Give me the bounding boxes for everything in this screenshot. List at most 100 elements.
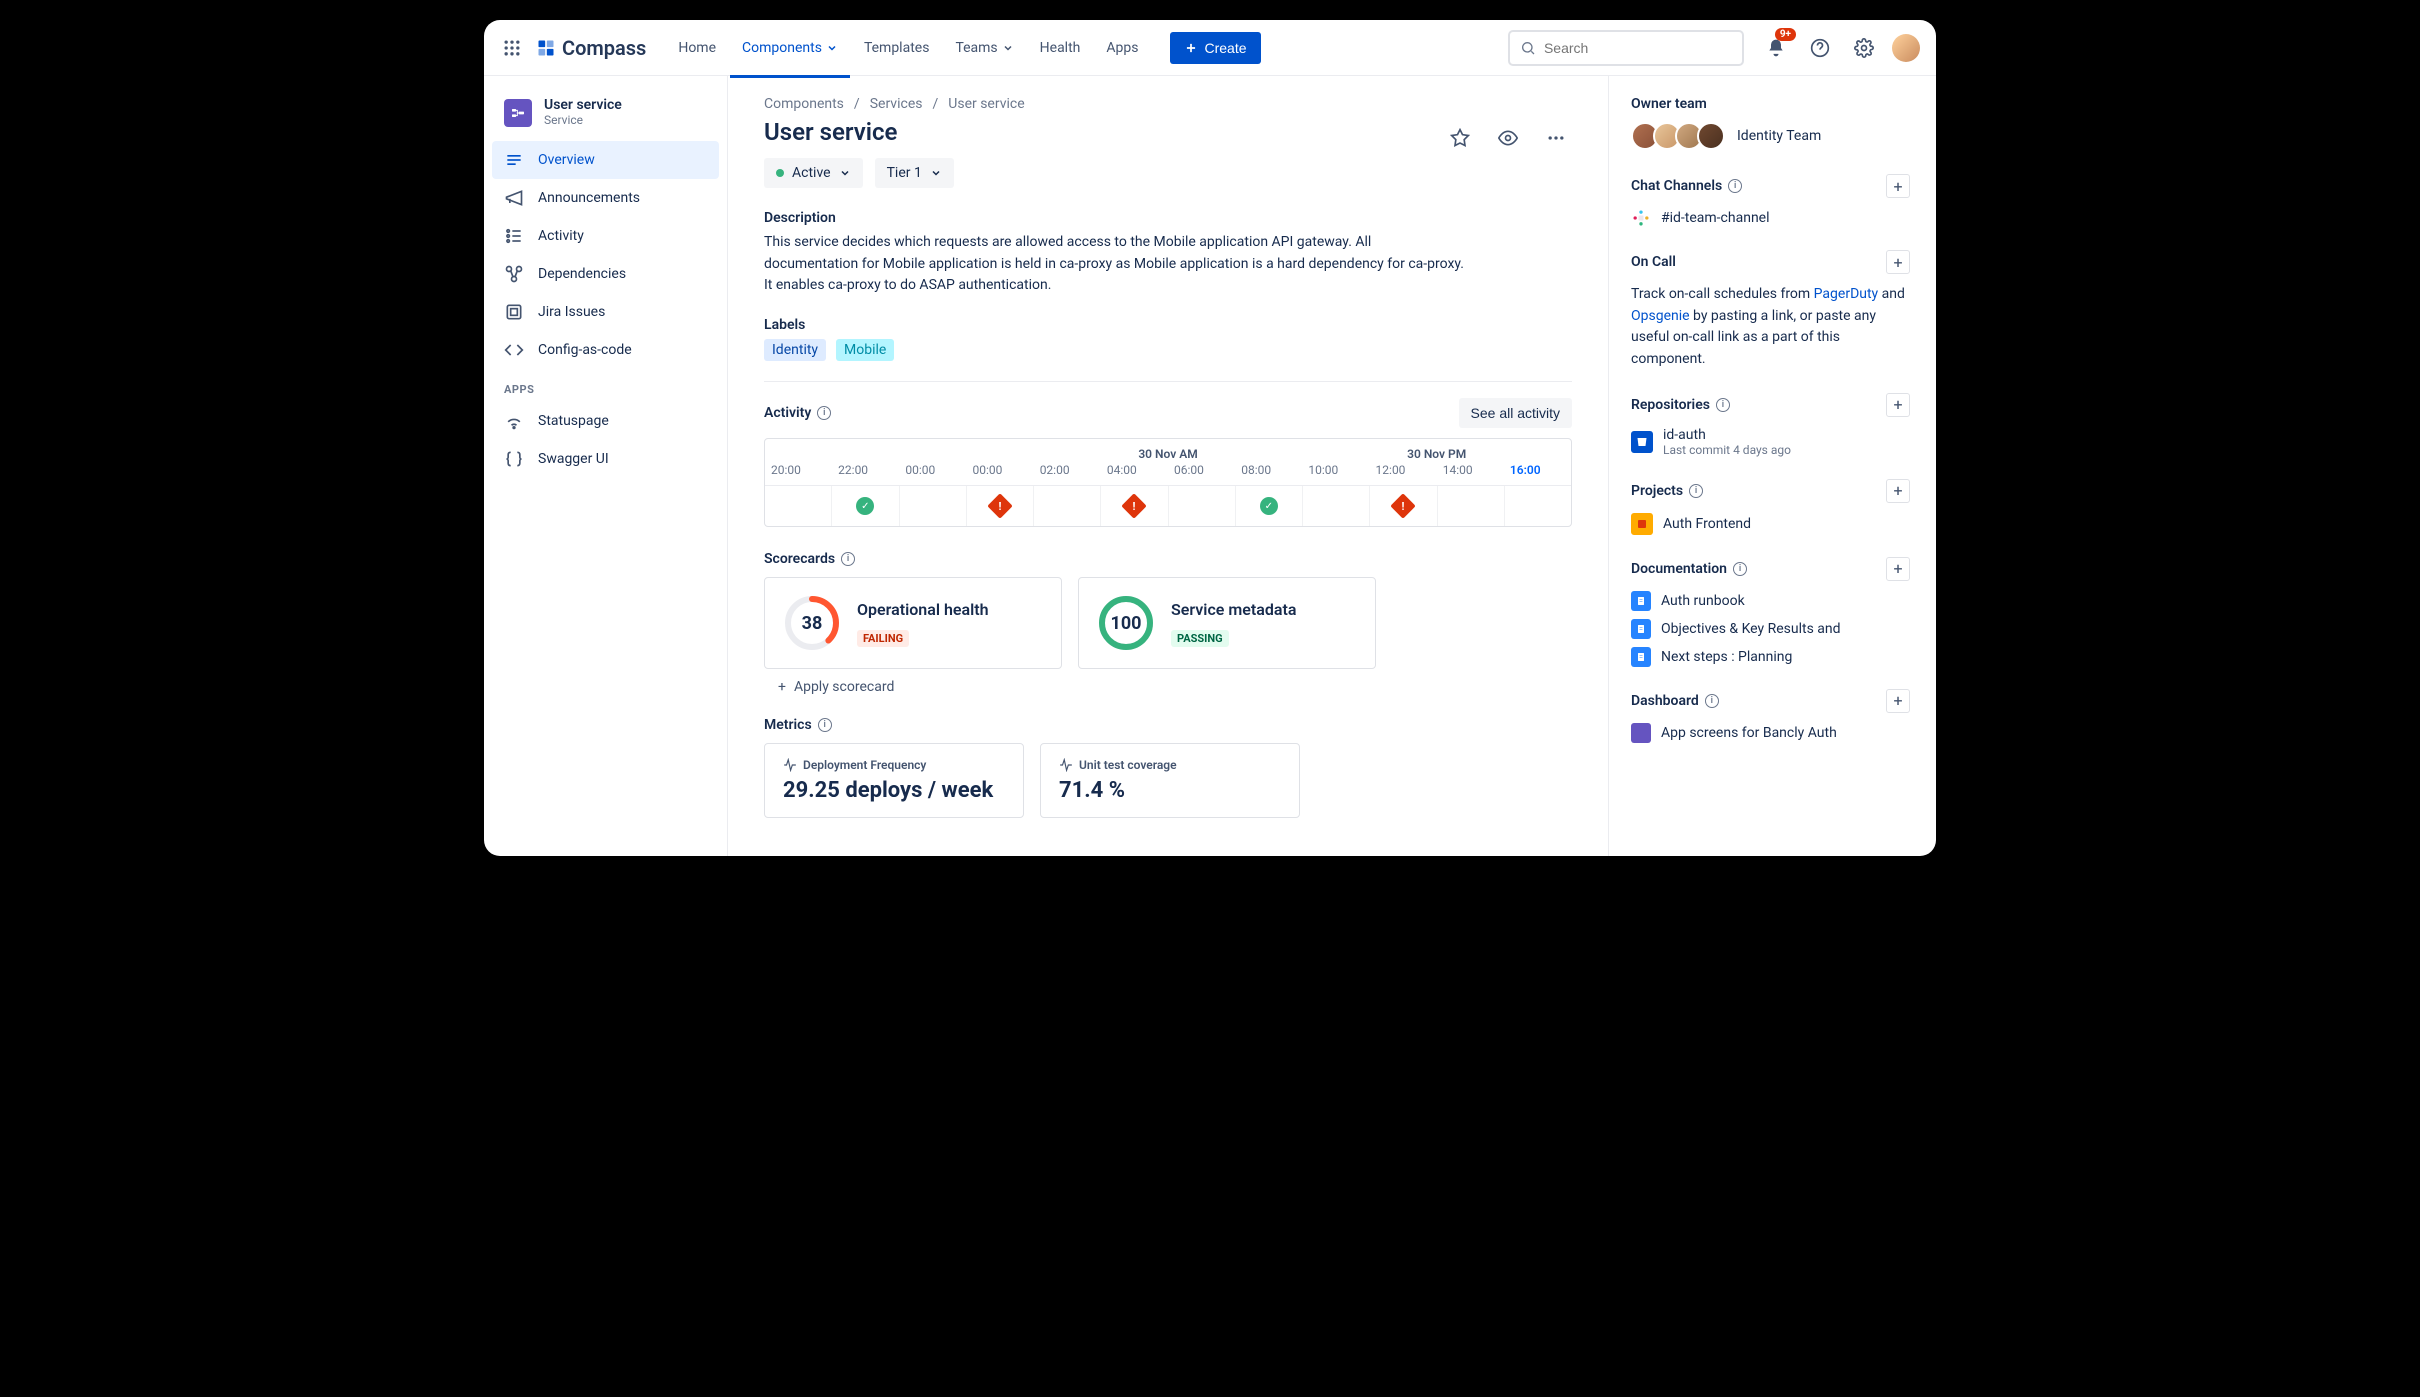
page-icon	[1631, 647, 1651, 667]
sidebar-app-statuspage[interactable]: Statuspage	[484, 402, 727, 440]
documentation-heading: Documentationi	[1631, 561, 1747, 577]
timeline-cell	[1034, 486, 1101, 526]
sidebar-app-swagger-ui[interactable]: Swagger UI	[484, 440, 727, 478]
app-switcher-icon[interactable]	[500, 36, 524, 60]
nav-templates[interactable]: Templates	[852, 32, 942, 64]
add-repo-button[interactable]: +	[1886, 393, 1910, 417]
info-icon[interactable]: i	[817, 406, 831, 420]
right-sidebar: Owner team Identity Team Chat Channelsi …	[1608, 76, 1936, 856]
status-pill[interactable]: Active	[764, 158, 863, 188]
info-icon[interactable]: i	[1733, 562, 1747, 576]
score-ring: 100	[1099, 596, 1153, 650]
label-chip[interactable]: Identity	[764, 339, 826, 361]
doc-item[interactable]: Objectives & Key Results and	[1631, 619, 1910, 639]
scorecard-card[interactable]: 100 Service metadata PASSING	[1078, 577, 1376, 669]
sidebar-item-announcements[interactable]: Announcements	[484, 179, 727, 217]
dashboard-item[interactable]: App screens for Bancly Auth	[1631, 723, 1910, 743]
oncall-heading: On Call	[1631, 254, 1676, 270]
project-item[interactable]: Auth Frontend	[1631, 513, 1910, 535]
sidebar-item-jira-issues[interactable]: Jira Issues	[484, 293, 727, 331]
search-input[interactable]	[1544, 40, 1732, 56]
info-icon[interactable]: i	[1705, 694, 1719, 708]
help-icon[interactable]	[1804, 32, 1836, 64]
add-doc-button[interactable]: +	[1886, 557, 1910, 581]
nav-components[interactable]: Components	[730, 32, 850, 64]
timeline-hour: 02:00	[1034, 459, 1101, 485]
tier-pill[interactable]: Tier 1	[875, 158, 954, 188]
sidebar-item-overview[interactable]: Overview	[492, 141, 719, 179]
doc-item[interactable]: Next steps : Planning	[1631, 647, 1910, 667]
sidebar-item-dependencies[interactable]: Dependencies	[484, 255, 727, 293]
sidebar-item-label: Jira Issues	[538, 304, 605, 320]
top-nav: Compass Home Components Templates Teams …	[484, 20, 1936, 76]
success-icon: ✓	[856, 497, 874, 515]
team-avatars	[1631, 122, 1725, 150]
oncall-description: Track on-call schedules from PagerDuty a…	[1631, 284, 1910, 371]
breadcrumb-link[interactable]: Services	[870, 96, 923, 112]
search-input-wrap[interactable]	[1508, 30, 1744, 66]
metric-card[interactable]: Unit test coverage 71.4 %	[1040, 743, 1300, 818]
add-project-button[interactable]: +	[1886, 479, 1910, 503]
settings-icon[interactable]	[1848, 32, 1880, 64]
see-all-activity-button[interactable]: See all activity	[1459, 398, 1572, 428]
team-name: Identity Team	[1737, 128, 1821, 144]
chat-channel-item[interactable]: #id-team-channel	[1631, 208, 1910, 228]
more-icon[interactable]	[1540, 122, 1572, 154]
info-icon[interactable]: i	[841, 552, 855, 566]
add-oncall-button[interactable]: +	[1886, 250, 1910, 274]
timeline-hour: 08:00	[1235, 459, 1302, 485]
nav-teams[interactable]: Teams	[943, 32, 1025, 64]
scorecard-status: FAILING	[857, 630, 909, 647]
scorecard-card[interactable]: 38 Operational health FAILING	[764, 577, 1062, 669]
nav-health[interactable]: Health	[1028, 32, 1093, 64]
scorecard-title: Operational health	[857, 600, 989, 619]
chevron-down-icon	[839, 167, 851, 179]
add-chat-button[interactable]: +	[1886, 174, 1910, 198]
pagerduty-link[interactable]: PagerDuty	[1814, 286, 1879, 302]
metric-card[interactable]: Deployment Frequency 29.25 deploys / wee…	[764, 743, 1024, 818]
sidebar-item-label: Statuspage	[538, 413, 609, 429]
repositories-heading: Repositoriesi	[1631, 397, 1730, 413]
info-icon[interactable]: i	[818, 718, 832, 732]
code-icon	[504, 340, 524, 360]
breadcrumb: Components/ Services/ User service	[764, 96, 1572, 112]
labels-heading: Labels	[764, 317, 1572, 333]
owner-team-row[interactable]: Identity Team	[1631, 122, 1910, 150]
label-chip[interactable]: Mobile	[836, 339, 894, 361]
product-logo[interactable]: Compass	[536, 36, 646, 60]
metric-value: 29.25 deploys / week	[783, 778, 1005, 803]
opsgenie-link[interactable]: Opsgenie	[1631, 308, 1690, 324]
chevron-down-icon	[826, 42, 838, 54]
activity-icon	[504, 226, 524, 246]
success-icon: ✓	[1260, 497, 1278, 515]
watch-icon[interactable]	[1492, 122, 1524, 154]
description-text: This service decides which requests are …	[764, 232, 1464, 297]
breadcrumb-link[interactable]: Components	[764, 96, 844, 112]
page-icon	[1631, 591, 1651, 611]
timeline-hour: 22:00	[832, 459, 899, 485]
nav-apps[interactable]: Apps	[1094, 32, 1150, 64]
repo-item[interactable]: id-auth Last commit 4 days ago	[1631, 427, 1910, 457]
main-content: Components/ Services/ User service User …	[728, 76, 1608, 856]
sidebar-item-label: Activity	[538, 228, 584, 244]
sidebar-item-activity[interactable]: Activity	[484, 217, 727, 255]
info-icon[interactable]: i	[1728, 179, 1742, 193]
star-icon[interactable]	[1444, 122, 1476, 154]
component-icon	[504, 99, 532, 127]
sidebar-subtitle: Service	[544, 113, 622, 127]
info-icon[interactable]: i	[1689, 484, 1703, 498]
owner-team-heading: Owner team	[1631, 96, 1910, 112]
doc-item[interactable]: Auth runbook	[1631, 591, 1910, 611]
create-button[interactable]: Create	[1170, 32, 1260, 64]
chevron-down-icon	[1002, 42, 1014, 54]
sidebar-item-config-as-code[interactable]: Config-as-code	[484, 331, 727, 369]
user-avatar[interactable]	[1892, 34, 1920, 62]
nav-home[interactable]: Home	[666, 32, 728, 64]
info-icon[interactable]: i	[1716, 398, 1730, 412]
megaphone-icon	[504, 188, 524, 208]
notifications-icon[interactable]: 9+	[1760, 32, 1792, 64]
pulse-icon	[783, 758, 797, 772]
timeline-hour: 00:00	[967, 459, 1034, 485]
apply-scorecard-link[interactable]: +Apply scorecard	[778, 679, 1572, 695]
add-dashboard-button[interactable]: +	[1886, 689, 1910, 713]
